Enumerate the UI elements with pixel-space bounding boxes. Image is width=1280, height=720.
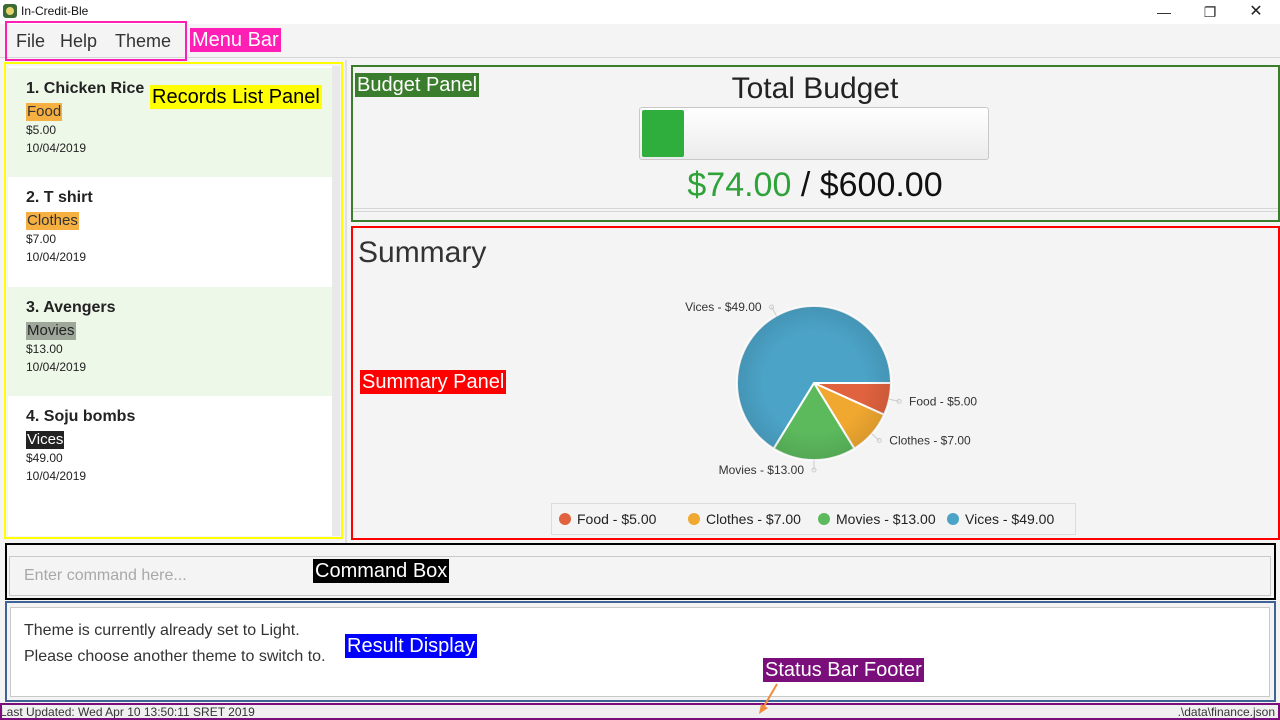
arrow-head — [759, 704, 768, 714]
records-panel-annotation: Records List Panel — [150, 85, 322, 109]
command-box-annotation: Command Box — [313, 559, 450, 583]
result-display-annotation: Result Display — [345, 634, 477, 658]
budget-panel-annotation-box — [351, 65, 1280, 222]
budget-panel-annotation: Budget Panel — [355, 73, 480, 97]
title-bar: In-Credit-Ble — ❐ ✕ — [0, 0, 1280, 24]
status-bar-annotation: Status Bar Footer — [763, 658, 924, 682]
records-panel-annotation-box — [4, 62, 343, 539]
annotation-arrow — [759, 683, 778, 714]
summary-panel-annotation: Summary Panel — [360, 370, 507, 394]
arrow-shaft — [762, 683, 778, 709]
app-window: In-Credit-Ble — ❐ ✕ File Help Theme 1. C… — [0, 0, 1280, 720]
app-logo-icon — [3, 4, 17, 18]
command-box-annotation-box — [5, 543, 1276, 600]
menu-bar-annotation: Menu Bar — [190, 28, 281, 52]
menu-bar-annotation-box — [5, 21, 187, 61]
maximize-button[interactable]: ❐ — [1187, 0, 1233, 24]
window-title: In-Credit-Ble — [21, 4, 89, 18]
result-display-annotation-box — [5, 601, 1276, 702]
close-button[interactable]: ✕ — [1233, 0, 1279, 24]
status-bar-annotation-box — [0, 703, 1280, 720]
minimize-button[interactable]: — — [1141, 0, 1187, 24]
split-divider[interactable] — [345, 60, 347, 544]
